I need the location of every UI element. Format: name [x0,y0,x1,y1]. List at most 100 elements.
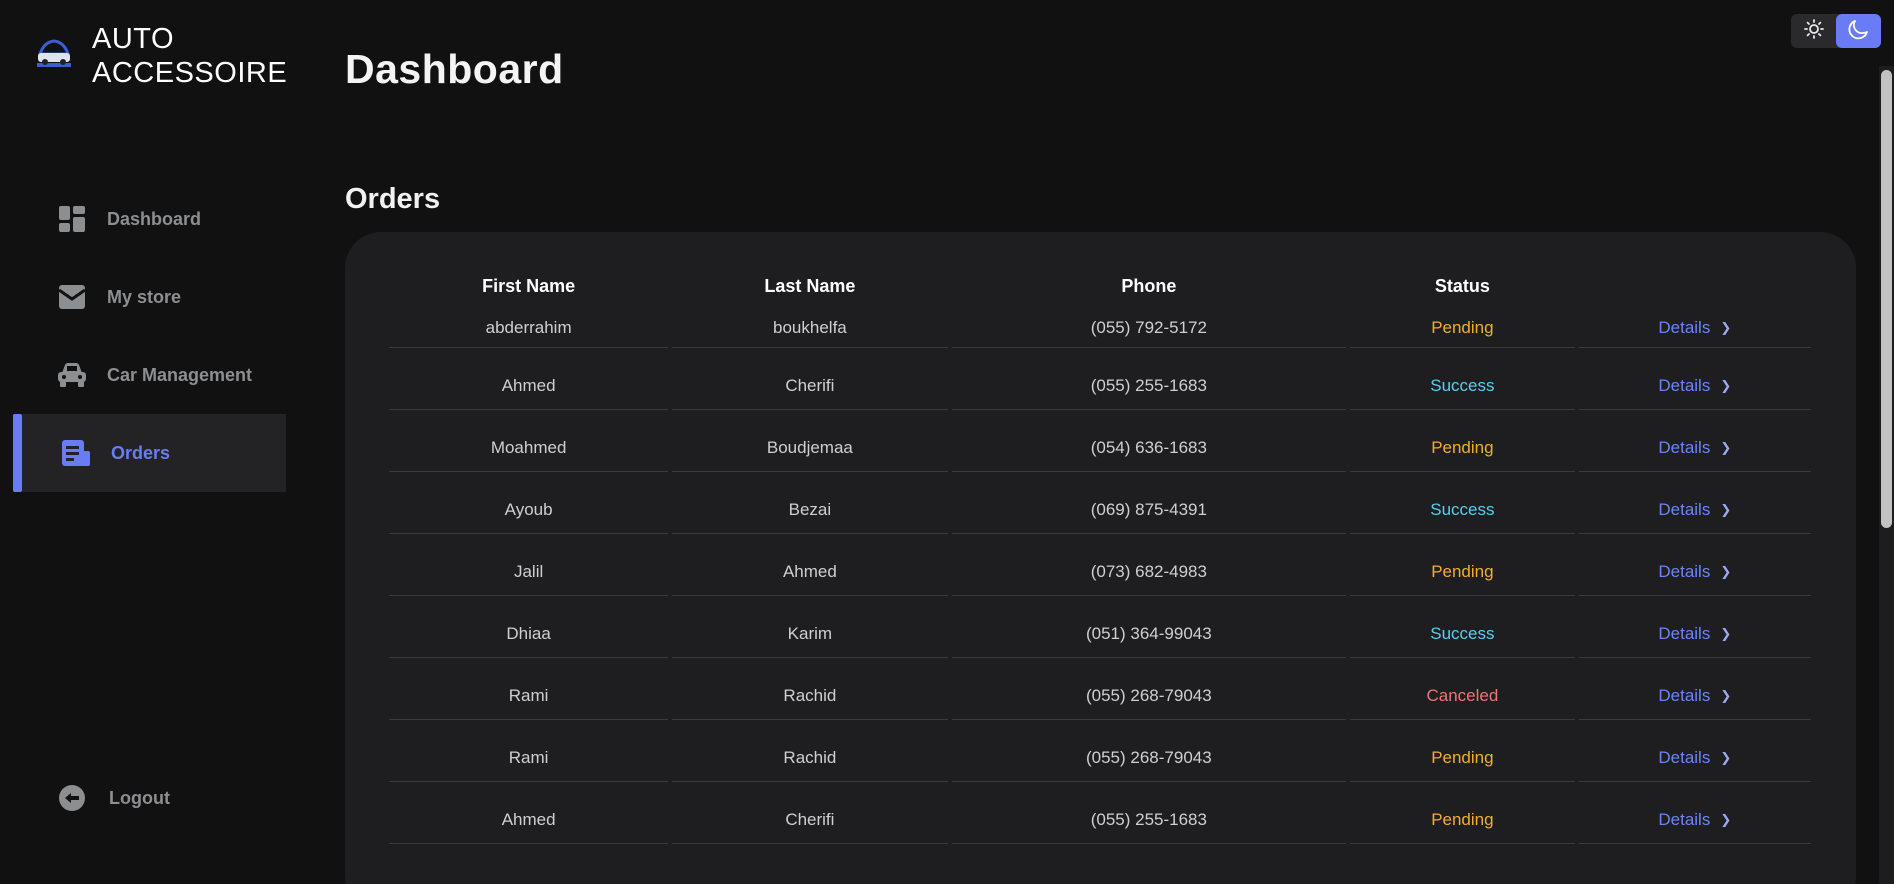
chevron-right-icon: ❯ [1720,563,1732,579]
table-row[interactable]: Rami Rachid (055) 268-79043 Canceled Details… [389,658,1811,720]
status-badge: Pending [1431,561,1494,581]
cell-first-name: Ayoub [389,472,669,534]
cell-details: Details ❯ [1578,472,1811,534]
orders-table-body: abderrahim boukhelfa (055) 792-5172 Pending… [389,304,1811,844]
cell-status: Pending [1350,534,1575,596]
status-badge: Pending [1431,747,1494,767]
details-link[interactable]: Details ❯ [1658,318,1731,338]
table-row[interactable]: Ahmed Cherifi (055) 255-1683 Pending Details… [389,782,1811,844]
moon-icon [1848,18,1870,45]
details-label: Details [1658,747,1711,767]
page-title: Dashboard [345,46,564,92]
page-scrollbar[interactable] [1879,66,1894,884]
status-badge: Pending [1431,437,1494,457]
cell-status: Success [1350,596,1575,658]
cell-phone: (051) 364-99043 [951,596,1347,658]
status-badge: Success [1430,499,1495,519]
chevron-right-icon: ❯ [1720,687,1732,703]
store-inbox-icon [57,282,87,312]
cell-first-name: Ahmed [389,782,669,844]
cell-last-name: Bezai [672,472,948,534]
cell-phone: (055) 268-79043 [951,658,1347,720]
status-badge: Success [1430,623,1495,643]
sidebar-item-label: Dashboard [107,208,202,229]
sidebar-item-dashboard[interactable]: Dashboard [13,180,286,258]
table-row[interactable]: Jalil Ahmed (073) 682-4983 Pending Details ❯ [389,534,1811,596]
cell-status: Pending [1350,720,1575,782]
status-badge: Success [1430,375,1495,395]
table-header-row: First Name Last Name Phone Status [389,268,1811,304]
cell-details: Details ❯ [1578,410,1811,472]
brand-name: AUTO ACCESSOIRE [92,22,287,90]
cell-last-name: Rachid [672,720,948,782]
brand-line2: ACCESSOIRE [92,57,288,89]
app-root: AUTO ACCESSOIRE Dashboard My store Car M… [0,0,1894,884]
cell-last-name: Cherifi [672,782,948,844]
cell-phone: (055) 268-79043 [951,720,1347,782]
status-badge: Canceled [1426,685,1499,705]
details-link[interactable]: Details ❯ [1658,562,1731,582]
details-link[interactable]: Details ❯ [1658,438,1731,458]
details-link[interactable]: Details ❯ [1658,500,1731,520]
details-label: Details [1658,437,1711,457]
cell-first-name: abderrahim [389,304,669,348]
chevron-right-icon: ❯ [1720,501,1732,517]
dashboard-grid-icon [57,204,87,234]
cell-first-name: Ahmed [389,348,669,410]
details-label: Details [1658,685,1711,705]
details-label: Details [1658,561,1711,581]
details-link[interactable]: Details ❯ [1658,686,1731,706]
orders-table: First Name Last Name Phone Status abderr… [385,268,1815,844]
chevron-right-icon: ❯ [1720,377,1732,393]
sidebar-item-my-store[interactable]: My store [13,258,286,336]
brand-line1: AUTO [92,23,175,55]
light-mode-button[interactable] [1791,14,1836,48]
sidebar-nav: Dashboard My store Car Management Orders [13,180,286,492]
cell-status: Success [1350,472,1575,534]
cell-last-name: Boudjemaa [672,410,948,472]
table-row[interactable]: Moahmed Boudjemaa (054) 636-1683 Pending Det… [389,410,1811,472]
chevron-right-icon: ❯ [1720,811,1732,827]
car-logo-icon [34,32,74,72]
status-badge: Pending [1431,317,1494,337]
table-row[interactable]: Ayoub Bezai (069) 875-4391 Success Details ❯ [389,472,1811,534]
sun-icon [1803,18,1824,44]
cell-details: Details ❯ [1578,782,1811,844]
details-link[interactable]: Details ❯ [1658,624,1731,644]
cell-last-name: Ahmed [672,534,948,596]
logout-button[interactable]: Logout [57,783,170,813]
table-row[interactable]: Ahmed Cherifi (055) 255-1683 Success Details… [389,348,1811,410]
cell-phone: (069) 875-4391 [951,472,1347,534]
cell-first-name: Moahmed [389,410,669,472]
cell-details: Details ❯ [1578,720,1811,782]
sidebar-item-label: My store [107,286,182,307]
cell-phone: (055) 255-1683 [951,782,1347,844]
cell-status: Canceled [1350,658,1575,720]
column-header-last-name: Last Name [764,275,856,296]
brand[interactable]: AUTO ACCESSOIRE [34,22,287,90]
details-link[interactable]: Details ❯ [1658,810,1731,830]
orders-card: First Name Last Name Phone Status abderr… [345,232,1856,884]
cell-first-name: Jalil [389,534,669,596]
table-row[interactable]: Rami Rachid (055) 268-79043 Pending Details ❯ [389,720,1811,782]
sidebar-item-car-management[interactable]: Car Management [13,336,286,414]
table-row[interactable]: Dhiaa Karim (051) 364-99043 Success Details ❯ [389,596,1811,658]
column-header-phone: Phone [1121,275,1177,296]
theme-toggle[interactable] [1791,14,1881,48]
details-link[interactable]: Details ❯ [1658,748,1731,768]
logout-label: Logout [109,787,170,808]
dark-mode-button[interactable] [1836,14,1881,48]
chevron-right-icon: ❯ [1720,625,1732,641]
scrollbar-thumb[interactable] [1881,70,1892,528]
cell-first-name: Rami [389,658,669,720]
orders-title: Orders [345,183,441,215]
cell-first-name: Dhiaa [389,596,669,658]
table-row[interactable]: abderrahim boukhelfa (055) 792-5172 Pending… [389,304,1811,348]
cell-status: Pending [1350,304,1575,348]
details-link[interactable]: Details ❯ [1658,376,1731,396]
cell-status: Success [1350,348,1575,410]
car-icon [57,360,87,390]
sidebar-item-orders[interactable]: Orders [13,414,286,492]
cell-last-name: Karim [672,596,948,658]
column-header-first-name: First Name [482,275,576,296]
